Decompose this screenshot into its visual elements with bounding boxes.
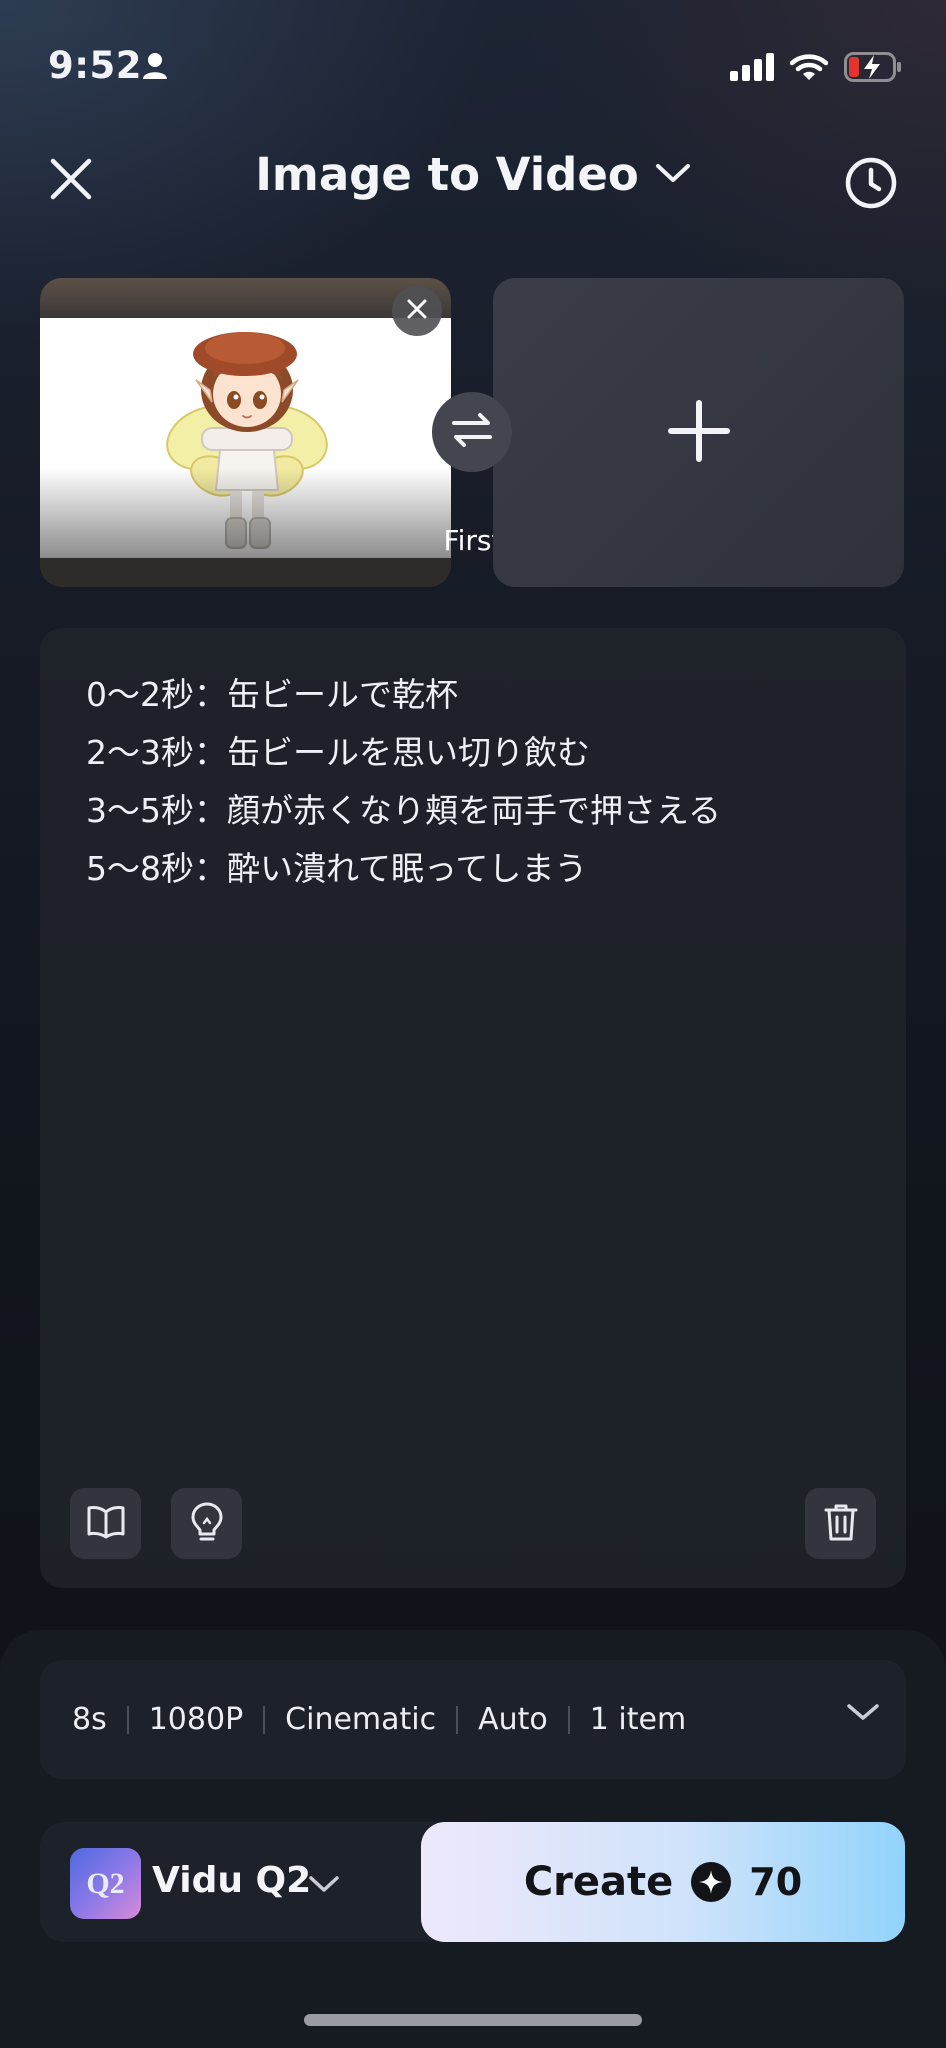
resolution-setting: 1080P (148, 1702, 244, 1737)
duration-setting: 8s (72, 1702, 107, 1737)
prompt-inspiration-button[interactable] (171, 1488, 242, 1559)
history-button[interactable] (836, 150, 906, 220)
create-label: Create (523, 1859, 674, 1905)
status-indicators (730, 52, 902, 86)
last-frame-add-slot[interactable] (493, 278, 904, 587)
battery-low-icon (844, 52, 902, 86)
prompt-line: 2〜3秒：缶ビールを思い切り飲む (86, 733, 590, 772)
clear-prompt-button[interactable] (805, 1488, 876, 1559)
swap-icon (451, 412, 493, 452)
mode-selector[interactable]: Image to Video (0, 148, 946, 201)
lightbulb-icon (190, 1501, 224, 1547)
cellular-signal-icon (730, 53, 774, 85)
model-logo: Q2 (70, 1848, 141, 1919)
chevron-down-icon (308, 1874, 340, 1898)
generation-settings-bar[interactable]: 8s 1080P Cinematic Auto 1 item (40, 1660, 906, 1779)
book-icon (86, 1504, 126, 1544)
remove-first-frame-button[interactable] (392, 286, 442, 336)
prompt-line: 5〜8秒：酔い潰れて眠ってしまう (86, 849, 588, 888)
create-button[interactable]: Create 70 (421, 1822, 905, 1942)
separator (263, 1705, 266, 1734)
separator (567, 1705, 570, 1734)
history-clock-icon (844, 156, 898, 214)
close-icon (406, 298, 428, 324)
style-setting: Cinematic (285, 1702, 437, 1737)
credit-cost: 70 (749, 1860, 803, 1904)
prompt-text: 0〜2秒：缶ビールで乾杯 2〜3秒：缶ビールを思い切り飲む 3〜5秒：顔が赤くな… (86, 666, 721, 898)
prompt-library-button[interactable] (70, 1488, 141, 1559)
chevron-down-icon (846, 1702, 880, 1726)
person-icon (142, 52, 168, 84)
home-indicator[interactable] (304, 2014, 642, 2026)
count-setting: 1 item (589, 1702, 687, 1737)
photo-bottom-strip (40, 558, 451, 587)
prompt-input[interactable]: 0〜2秒：缶ビールで乾杯 2〜3秒：缶ビールを思い切り飲む 3〜5秒：顔が赤くな… (40, 628, 906, 1588)
plus-icon (667, 399, 731, 467)
separator (456, 1705, 459, 1734)
chevron-down-icon (655, 162, 691, 188)
model-name: Vidu Q2 (152, 1860, 312, 1901)
photo-top-strip (40, 278, 451, 318)
trash-icon (823, 1502, 859, 1546)
ratio-setting: Auto (478, 1702, 548, 1737)
separator (126, 1705, 129, 1734)
prompt-line: 0〜2秒：缶ビールで乾杯 (86, 675, 458, 714)
status-time: 9:52 (48, 44, 143, 87)
wifi-icon (789, 53, 829, 85)
sparkle-icon (691, 1862, 732, 1902)
prompt-line: 3〜5秒：顔が赤くなり頬を両手で押さえる (86, 791, 722, 830)
swap-frames-button[interactable] (432, 392, 512, 472)
page-title: Image to Video (255, 148, 639, 201)
